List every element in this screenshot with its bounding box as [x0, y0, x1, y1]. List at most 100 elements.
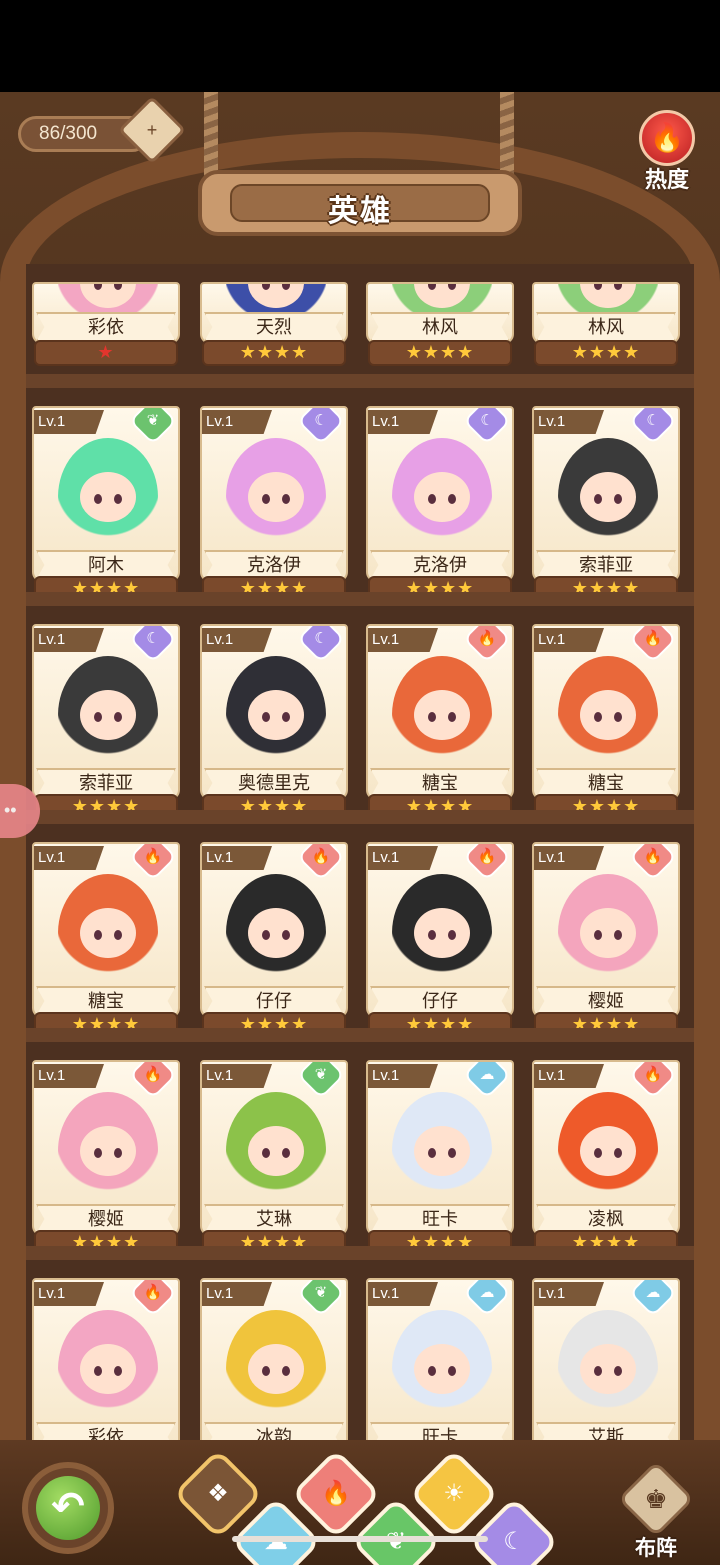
hero-card[interactable]: Lv.1 ☾ 奥德里克 ★★★★: [200, 624, 348, 824]
fire-element-icon: 🔥: [628, 1062, 678, 1100]
hero-portrait: [226, 1310, 326, 1428]
hero-card[interactable]: Lv.1 🔥 糖宝 ★★★★: [32, 842, 180, 1042]
moon-icon: ☾: [503, 1528, 525, 1555]
hero-portrait: [58, 874, 158, 992]
heat-button[interactable]: 🔥 热度: [634, 110, 700, 192]
hero-level: Lv.1: [34, 410, 104, 434]
hero-card[interactable]: Lv.1 ☁ 旺卡 ★★★★: [366, 1060, 514, 1260]
hero-card[interactable]: Lv.1 ☾ 克洛伊 ★★★★: [366, 406, 514, 606]
hero-level: Lv.1: [534, 846, 604, 870]
hero-stars: ★★★★: [202, 340, 346, 366]
moon-element-icon: ☾: [628, 408, 678, 446]
hero-card[interactable]: Lv.1 🔥 糖宝 ★★★★: [366, 624, 514, 824]
hero-portrait: [558, 438, 658, 556]
flame-icon: 🔥: [639, 110, 695, 166]
hero-card[interactable]: Lv.1 ❦ 阿木 ★★★★: [32, 406, 180, 606]
hero-portrait: [226, 1092, 326, 1210]
home-indicator[interactable]: [232, 1536, 488, 1542]
hero-level: Lv.1: [34, 1064, 104, 1088]
hero-name: 林风: [536, 312, 676, 342]
hero-portrait: [392, 438, 492, 556]
hero-level: Lv.1: [368, 628, 438, 652]
fire-element-icon: 🔥: [128, 1280, 178, 1318]
fire-element-icon: 🔥: [462, 626, 512, 664]
hero-stars: ★★★★: [534, 340, 678, 366]
hero-portrait: [226, 438, 326, 556]
hero-level: Lv.1: [34, 628, 104, 652]
hero-card[interactable]: Lv.1 🔥 樱姬 ★★★★: [32, 1060, 180, 1260]
hero-level: Lv.1: [34, 1282, 104, 1306]
hero-level: Lv.1: [534, 628, 604, 652]
hero-level: Lv.1: [534, 410, 604, 434]
hero-card[interactable]: Lv.1 ❦ 艾琳 ★★★★: [200, 1060, 348, 1260]
hero-portrait: [392, 1092, 492, 1210]
moon-element-icon: ☾: [128, 626, 178, 664]
fire-element-icon: 🔥: [128, 1062, 178, 1100]
sun-icon: ☀: [443, 1480, 465, 1507]
heat-label: 热度: [644, 167, 689, 192]
formation-label: 布阵: [635, 1537, 677, 1560]
hero-portrait: [558, 874, 658, 992]
hero-name: 林风: [370, 312, 510, 342]
water-element-icon: ☁: [628, 1280, 678, 1318]
shelf: [26, 810, 694, 824]
hero-stars: ★: [34, 340, 178, 366]
hero-portrait: [58, 438, 158, 556]
chess-icon: ♚: [617, 1460, 695, 1538]
hero-portrait: [58, 656, 158, 774]
fire-element-icon: 🔥: [128, 844, 178, 882]
hero-level: Lv.1: [202, 1282, 272, 1306]
hero-level: Lv.1: [202, 410, 272, 434]
shelf: [26, 1246, 694, 1260]
shelf: [26, 374, 694, 388]
fire-element-icon: 🔥: [296, 844, 346, 882]
hero-card[interactable]: Lv.1 🔥 樱姬 ★★★★: [532, 842, 680, 1042]
hero-portrait: [226, 656, 326, 774]
back-arrow-icon: ↶: [36, 1476, 100, 1540]
hero-portrait: [558, 1092, 658, 1210]
hero-portrait: [558, 1310, 658, 1428]
fire-element-icon: 🔥: [628, 626, 678, 664]
leaf-element-icon: ❦: [128, 408, 178, 446]
hero-card[interactable]: Lv.1 ☾ 索菲亚 ★★★★: [532, 406, 680, 606]
hero-level: Lv.1: [368, 1282, 438, 1306]
hero-level: Lv.1: [368, 410, 438, 434]
status-bar: [0, 0, 720, 92]
water-element-icon: ☁: [462, 1062, 512, 1100]
hero-level: Lv.1: [202, 628, 272, 652]
flame-icon: 🔥: [321, 1480, 351, 1507]
hero-level: Lv.1: [34, 846, 104, 870]
fire-element-icon: 🔥: [462, 844, 512, 882]
leaf-element-icon: ❦: [296, 1280, 346, 1318]
water-element-icon: ☁: [462, 1280, 512, 1318]
hero-name: 天烈: [204, 312, 344, 342]
back-button[interactable]: ↶: [22, 1462, 114, 1554]
grid-icon: ❖: [207, 1480, 229, 1507]
hero-portrait: [58, 1310, 158, 1428]
hero-level: Lv.1: [368, 1064, 438, 1088]
hero-portrait: [392, 874, 492, 992]
hero-portrait: [558, 656, 658, 774]
formation-button[interactable]: ♚ 布阵: [614, 1460, 698, 1562]
hero-level: Lv.1: [368, 846, 438, 870]
hero-portrait: [226, 874, 326, 992]
hero-card[interactable]: Lv.1 🔥 仔仔 ★★★★: [366, 842, 514, 1042]
moon-element-icon: ☾: [296, 626, 346, 664]
page-title: 英雄: [328, 195, 392, 228]
hero-level: Lv.1: [202, 1064, 272, 1088]
hero-card[interactable]: Lv.1 🔥 凌枫 ★★★★: [532, 1060, 680, 1260]
leaf-element-icon: ❦: [296, 1062, 346, 1100]
hero-level: Lv.1: [534, 1282, 604, 1306]
moon-element-icon: ☾: [296, 408, 346, 446]
hero-level: Lv.1: [534, 1064, 604, 1088]
fire-element-icon: 🔥: [628, 844, 678, 882]
hero-card[interactable]: Lv.1 ☾ 索菲亚 ★★★★: [32, 624, 180, 824]
hero-name: 彩依: [36, 312, 176, 342]
hero-card[interactable]: Lv.1 🔥 仔仔 ★★★★: [200, 842, 348, 1042]
title-plank: 英雄: [198, 170, 522, 236]
hero-portrait: [392, 656, 492, 774]
hero-stars: ★★★★: [368, 340, 512, 366]
shelf: [26, 592, 694, 606]
hero-card[interactable]: Lv.1 ☾ 克洛伊 ★★★★: [200, 406, 348, 606]
hero-card[interactable]: Lv.1 🔥 糖宝 ★★★★: [532, 624, 680, 824]
